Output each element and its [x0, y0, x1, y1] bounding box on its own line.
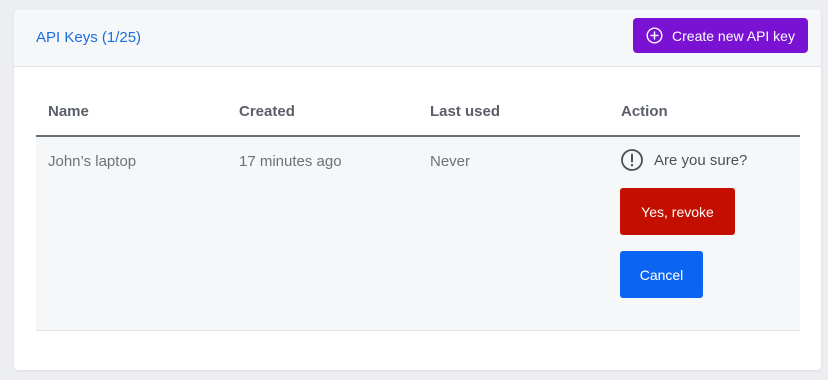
cancel-button[interactable]: Cancel [620, 251, 703, 298]
create-api-key-button[interactable]: Create new API key [633, 18, 808, 53]
revoke-confirmation: Are you sure? [620, 148, 800, 172]
api-keys-card: API Keys (1/25) Create new API key Name … [14, 10, 821, 370]
table-header-row: Name Created Last used Action [36, 88, 800, 137]
key-last-used-cell: Never [418, 136, 609, 331]
table-row: John’s laptop 17 minutes ago Never Are y… [36, 136, 800, 331]
column-header-name: Name [36, 88, 227, 137]
plus-circle-icon [646, 27, 663, 44]
column-header-created: Created [227, 88, 418, 137]
page-title: API Keys (1/25) [36, 29, 142, 46]
yes-revoke-button[interactable]: Yes, revoke [620, 188, 735, 235]
column-header-last-used: Last used [418, 88, 609, 137]
key-created-cell: 17 minutes ago [227, 136, 418, 331]
key-name-cell: John’s laptop [36, 136, 227, 331]
create-api-key-label: Create new API key [672, 27, 795, 44]
api-keys-table: Name Created Last used Action John’s lap… [36, 88, 800, 331]
key-action-cell: Are you sure? Yes, revoke Cancel [609, 136, 800, 331]
exclamation-circle-icon [620, 148, 644, 172]
card-header: API Keys (1/25) Create new API key [14, 10, 821, 67]
column-header-action: Action [609, 88, 800, 137]
confirm-text: Are you sure? [654, 151, 748, 169]
